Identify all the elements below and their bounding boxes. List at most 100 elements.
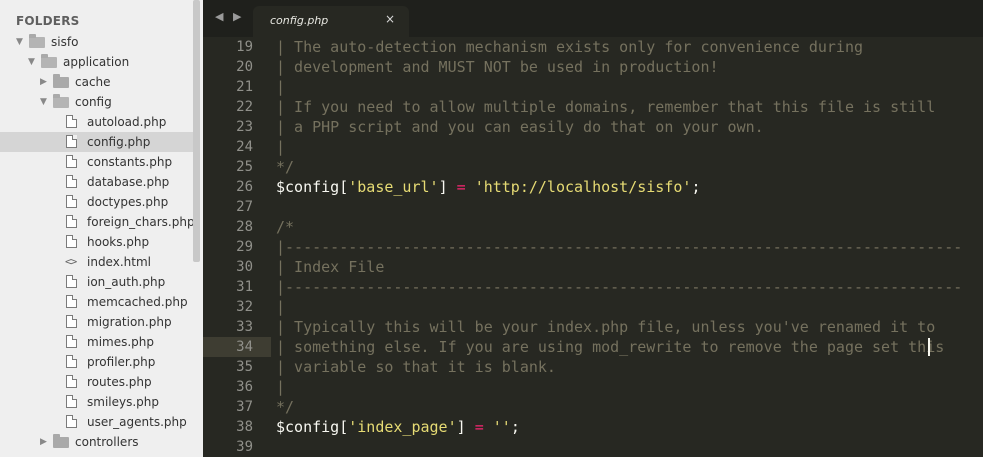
code-token: |---------------------------------------… <box>276 278 963 296</box>
tree-item-label: application <box>63 55 130 69</box>
code-line[interactable]: 35 | variable so that it is blank. <box>203 357 983 377</box>
line-number: 26 <box>236 179 253 195</box>
file-ion-auth[interactable]: ion_auth.php <box>0 272 193 292</box>
code-editor[interactable]: 19 | The auto-detection mechanism exists … <box>203 37 983 457</box>
file-icon <box>66 195 77 208</box>
folder-application[interactable]: ▼ application <box>0 52 193 72</box>
code-line[interactable]: 36 | <box>203 377 983 397</box>
code-line[interactable]: 22 | If you need to allow multiple domain… <box>203 97 983 117</box>
line-number: 19 <box>236 39 253 55</box>
code-text: | If you need to allow multiple domains,… <box>276 97 935 117</box>
close-icon[interactable]: × <box>385 12 395 26</box>
file-icon <box>66 415 77 428</box>
tree-item-label: controllers <box>75 435 139 449</box>
code-text: | Index File <box>276 257 384 277</box>
expand-down-icon[interactable]: ▼ <box>40 92 50 112</box>
file-icon <box>66 275 77 288</box>
expand-right-icon[interactable]: ▶ <box>40 72 50 92</box>
code-token: $config <box>276 178 340 196</box>
sidebar-scrollbar[interactable] <box>193 0 200 262</box>
code-line[interactable]: 30 | Index File <box>203 257 983 277</box>
code-text: |---------------------------------------… <box>276 237 962 257</box>
tree-item-label: doctypes.php <box>87 195 169 209</box>
file-foreign-chars[interactable]: foreign_chars.php <box>0 212 195 232</box>
tab-config-php[interactable]: config.php × <box>253 6 409 37</box>
tab-nav-arrows-icon[interactable]: ◀ ▶ <box>215 10 244 23</box>
file-config[interactable]: config.php <box>0 132 193 152</box>
code-line[interactable]: 37 */ <box>203 397 983 417</box>
tree-item-label: config.php <box>87 135 151 149</box>
code-line[interactable]: 39 <box>203 437 983 457</box>
file-profiler[interactable]: profiler.php <box>0 352 193 372</box>
sidebar: FOLDERS ▼ sisfo ▼ application ▶ cache ▼ config a… <box>0 0 203 457</box>
code-token: | <box>276 138 286 156</box>
code-line[interactable]: 19 | The auto-detection mechanism exists … <box>203 37 983 57</box>
expand-down-icon[interactable]: ▼ <box>28 52 38 72</box>
file-memcached[interactable]: memcached.php <box>0 292 193 312</box>
folder-cache[interactable]: ▶ cache <box>0 72 193 92</box>
code-line[interactable]: 23 | a PHP script and you can easily do t… <box>203 117 983 137</box>
code-line[interactable]: 20 | development and MUST NOT be used in … <box>203 57 983 77</box>
code-line[interactable]: 32 | <box>203 297 983 317</box>
folder-controllers[interactable]: ▶ controllers <box>0 432 193 452</box>
tab-label: config.php <box>270 14 329 27</box>
code-line[interactable]: 26 $config['base_url'] = 'http://localhos… <box>203 177 983 197</box>
code-token: | a PHP script and you can easily do tha… <box>276 118 764 136</box>
file-constants[interactable]: constants.php <box>0 152 193 172</box>
file-autoload[interactable]: autoload.php <box>0 112 193 132</box>
code-token: | <box>276 298 286 316</box>
code-line[interactable]: 38 $config['index_page'] = ''; <box>203 417 983 437</box>
line-number: 27 <box>236 199 253 215</box>
code-text: | something else. If you are using mod_r… <box>276 337 944 357</box>
tab-bar: ◀ ▶ config.php × <box>203 0 983 37</box>
file-doctypes[interactable]: doctypes.php <box>0 192 193 212</box>
line-number: 22 <box>236 99 253 115</box>
code-token: */ <box>276 158 295 176</box>
line-number: 38 <box>236 419 253 435</box>
code-line[interactable]: 34 | something else. If you are using mod… <box>203 337 983 357</box>
file-routes[interactable]: routes.php <box>0 372 193 392</box>
code-line[interactable]: 31 |-------------------------------------… <box>203 277 983 297</box>
line-number: 30 <box>236 259 253 275</box>
code-token: | Typically this will be your index.php … <box>276 318 936 336</box>
file-icon <box>66 375 77 388</box>
folder-icon <box>53 74 69 88</box>
code-line[interactable]: 27 <box>203 197 983 217</box>
folder-config[interactable]: ▼ config <box>0 92 193 112</box>
code-line[interactable]: 21 | <box>203 77 983 97</box>
code-line[interactable]: 24 | <box>203 137 983 157</box>
file-icon <box>66 315 77 328</box>
expand-right-icon[interactable]: ▶ <box>40 432 50 452</box>
code-token: */ <box>276 398 295 416</box>
tree-item-label: sisfo <box>51 35 79 49</box>
line-number: 31 <box>236 279 253 295</box>
code-line[interactable]: 33 | Typically this will be your index.ph… <box>203 317 983 337</box>
file-smileys[interactable]: smileys.php <box>0 392 193 412</box>
folder-sisfo[interactable]: ▼ sisfo <box>0 32 193 52</box>
line-number: 20 <box>236 59 253 75</box>
code-token: 'base_url' <box>348 178 439 196</box>
code-token: [ <box>339 418 349 436</box>
file-database[interactable]: database.php <box>0 172 193 192</box>
expand-down-icon[interactable]: ▼ <box>16 32 26 52</box>
tree-item-label: profiler.php <box>87 355 156 369</box>
code-line[interactable]: 25 */ <box>203 157 983 177</box>
tree-item-label: memcached.php <box>87 295 188 309</box>
file-hooks[interactable]: hooks.php <box>0 232 193 252</box>
code-token: 'http://localhost/sisfo' <box>474 178 692 196</box>
file-index-html[interactable]: <> index.html <box>0 252 193 272</box>
folder-icon <box>53 434 69 448</box>
tree-item-label: mimes.php <box>87 335 155 349</box>
file-user-agents[interactable]: user_agents.php <box>0 412 193 432</box>
file-mimes[interactable]: mimes.php <box>0 332 193 352</box>
code-line[interactable]: 28 /* <box>203 217 983 237</box>
code-token: $config <box>276 418 340 436</box>
file-migration[interactable]: migration.php <box>0 312 193 332</box>
file-icon <box>66 175 77 188</box>
code-line[interactable]: 29 |-------------------------------------… <box>203 237 983 257</box>
code-token: 'index_page' <box>348 418 457 436</box>
tree-item-label: ion_auth.php <box>87 275 166 289</box>
tree-item-label: config <box>75 95 112 109</box>
code-text: $config['base_url'] = 'http://localhost/… <box>276 177 700 197</box>
code-token: '' <box>492 418 511 436</box>
